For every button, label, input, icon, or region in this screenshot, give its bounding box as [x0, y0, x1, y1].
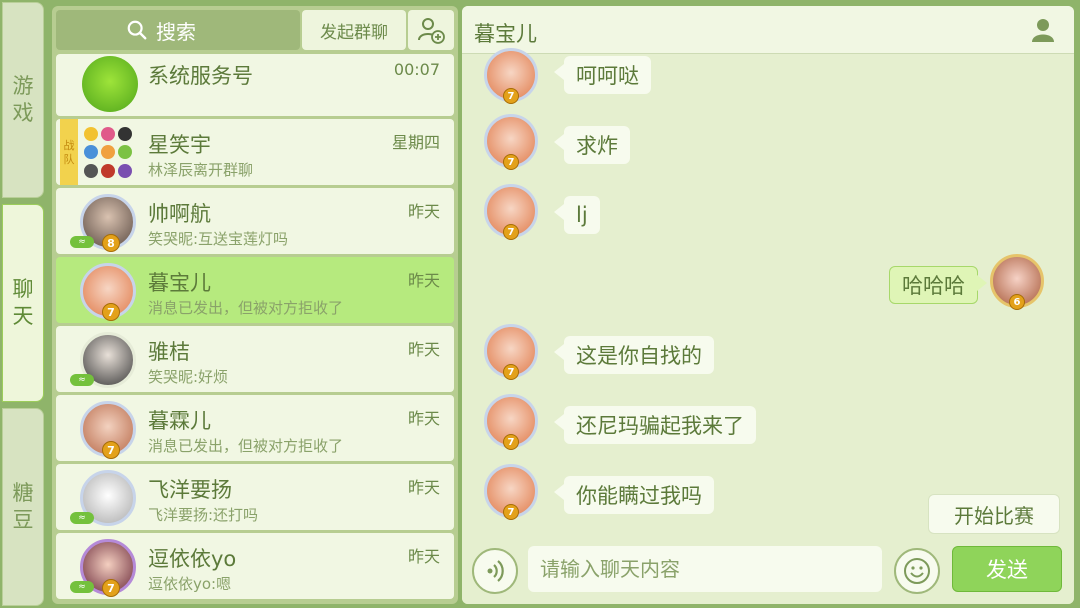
level-badge: 7: [503, 504, 519, 520]
conversation-last-message: 林泽辰离开群聊: [148, 161, 254, 179]
tab-games-char-1: 游: [12, 74, 34, 98]
tab-candy-char-2: 豆: [12, 508, 34, 532]
voice-button[interactable]: [472, 548, 518, 594]
input-bar: 发送: [462, 538, 1074, 604]
start-group-chat-button[interactable]: 发起群聊: [302, 10, 406, 50]
search-label: 搜索: [156, 19, 196, 44]
tab-candy-char-1: 糖: [12, 481, 34, 505]
message-row: 7 还尼玛骗起我来了: [462, 394, 1074, 454]
level-badge: 8: [102, 234, 120, 252]
message-row: 7 呵呵哒: [462, 48, 1074, 114]
tab-games-char-2: 戏: [12, 101, 34, 125]
level-badge: 7: [503, 154, 519, 170]
conversation-item[interactable]: 系统服务号 00:07: [56, 54, 454, 116]
level-badge: 6: [1009, 294, 1025, 310]
chat-input[interactable]: [528, 546, 882, 592]
conversation-list: 系统服务号 00:07 战队 星笑宇 林泽辰离开群聊 星期四 ≈ 8 帅啊航 笑…: [56, 54, 454, 602]
add-friend-icon: [418, 18, 445, 44]
tab-chat-char-1: 聊: [12, 277, 34, 301]
level-badge: 7: [102, 441, 120, 459]
conversation-item[interactable]: 7 暮霖儿 消息已发出，但被对方拒收了 昨天: [56, 395, 454, 461]
message-bubble: 呵呵哒: [554, 56, 651, 94]
conversation-name: 帅啊航: [148, 202, 211, 226]
conversation-list-panel: 搜索 发起群聊 系统服务号 00:07 战队 星笑宇 林泽辰离开群聊 星期四 ≈…: [52, 6, 458, 604]
message-list: 7 呵呵哒 7 求炸 7 lj 6 哈哈哈 7 这是你自找的 7 还尼玛骗起我来…: [462, 48, 1074, 538]
tab-games[interactable]: 游 戏: [2, 2, 44, 198]
conversation-last-message: 逗依依yo:嗯: [148, 575, 232, 593]
team-tag: 战队: [60, 119, 78, 185]
online-indicator: ≈: [70, 581, 94, 593]
conversation-item-active[interactable]: 7 暮宝儿 消息已发出，但被对方拒收了 昨天: [56, 257, 454, 323]
message-bubble: lj: [554, 196, 600, 234]
conversation-last-message: 笑哭昵:好烦: [148, 368, 229, 386]
conversation-item[interactable]: ≈ 骓桔 笑哭昵:好烦 昨天: [56, 326, 454, 392]
chat-title: 暮宝儿: [474, 22, 537, 46]
online-indicator: ≈: [70, 236, 94, 248]
conversation-time: 昨天: [407, 340, 440, 359]
conversation-last-message: 飞洋要扬:还打吗: [148, 506, 259, 524]
conversation-name: 骓桔: [148, 340, 190, 364]
chat-panel: 暮宝儿 7 呵呵哒 7 求炸 7 lj 6 哈哈哈 7 这是你自找的 7 还尼玛…: [462, 6, 1074, 604]
avatar: [82, 56, 138, 112]
message-bubble-mine: 哈哈哈: [889, 266, 987, 304]
vertical-nav: 游 戏 聊 天 糖 豆: [0, 0, 46, 608]
conversation-item[interactable]: 战队 星笑宇 林泽辰离开群聊 星期四: [56, 119, 454, 185]
level-badge: 7: [503, 364, 519, 380]
conversation-time: 昨天: [407, 409, 440, 428]
conversation-name: 飞洋要扬: [148, 478, 232, 502]
level-badge: 7: [503, 224, 519, 240]
conversation-name: 逗依依yo: [148, 547, 237, 571]
search-icon: [127, 20, 147, 40]
start-match-button[interactable]: 开始比赛: [928, 494, 1060, 534]
conversation-time: 00:07: [393, 60, 440, 79]
level-badge: 7: [503, 434, 519, 450]
conversation-time: 星期四: [391, 133, 440, 152]
message-bubble: 这是你自找的: [554, 336, 714, 374]
group-avatar: [84, 127, 136, 179]
conversation-time: 昨天: [407, 202, 440, 221]
message-row: 7 求炸: [462, 114, 1074, 174]
tab-chat-char-2: 天: [12, 304, 34, 328]
emoji-button[interactable]: [894, 548, 940, 594]
level-badge: 7: [503, 88, 519, 104]
conversation-item[interactable]: ≈ 7 逗依依yo 逗依依yo:嗯 昨天: [56, 533, 454, 599]
conversation-time: 昨天: [407, 271, 440, 290]
chat-header: 暮宝儿: [462, 6, 1074, 54]
conversation-time: 昨天: [407, 478, 440, 497]
emoji-icon: [904, 558, 930, 584]
message-bubble: 求炸: [554, 126, 630, 164]
search-button[interactable]: 搜索: [56, 10, 300, 50]
tab-candy[interactable]: 糖 豆: [2, 408, 44, 606]
message-row-mine: 6 哈哈哈: [462, 254, 1074, 314]
level-badge: 7: [102, 303, 120, 321]
voice-icon: [487, 560, 504, 582]
message-row: 7 这是你自找的: [462, 324, 1074, 384]
conversation-name: 暮霖儿: [148, 409, 211, 433]
message-bubble: 你能瞒过我吗: [554, 476, 714, 514]
send-button[interactable]: 发送: [952, 546, 1062, 592]
conversation-last-message: 笑哭昵:互送宝莲灯吗: [148, 230, 289, 248]
tab-chat[interactable]: 聊 天: [2, 204, 44, 402]
message-bubble: 还尼玛骗起我来了: [554, 406, 756, 444]
conversation-time: 昨天: [407, 547, 440, 566]
profile-icon[interactable]: [1030, 17, 1056, 43]
conversation-name: 暮宝儿: [148, 271, 211, 295]
conversation-item[interactable]: ≈ 飞洋要扬 飞洋要扬:还打吗 昨天: [56, 464, 454, 530]
conversation-name: 系统服务号: [148, 64, 253, 88]
online-indicator: ≈: [70, 512, 94, 524]
conversation-item[interactable]: ≈ 8 帅啊航 笑哭昵:互送宝莲灯吗 昨天: [56, 188, 454, 254]
level-badge: 7: [102, 579, 120, 597]
conversation-name: 星笑宇: [148, 133, 211, 157]
message-row: 7 lj: [462, 184, 1074, 244]
online-indicator: ≈: [70, 374, 94, 386]
conversation-last-message: 消息已发出，但被对方拒收了: [148, 437, 344, 455]
conversation-last-message: 消息已发出，但被对方拒收了: [148, 299, 344, 317]
add-friend-button[interactable]: [408, 10, 454, 50]
